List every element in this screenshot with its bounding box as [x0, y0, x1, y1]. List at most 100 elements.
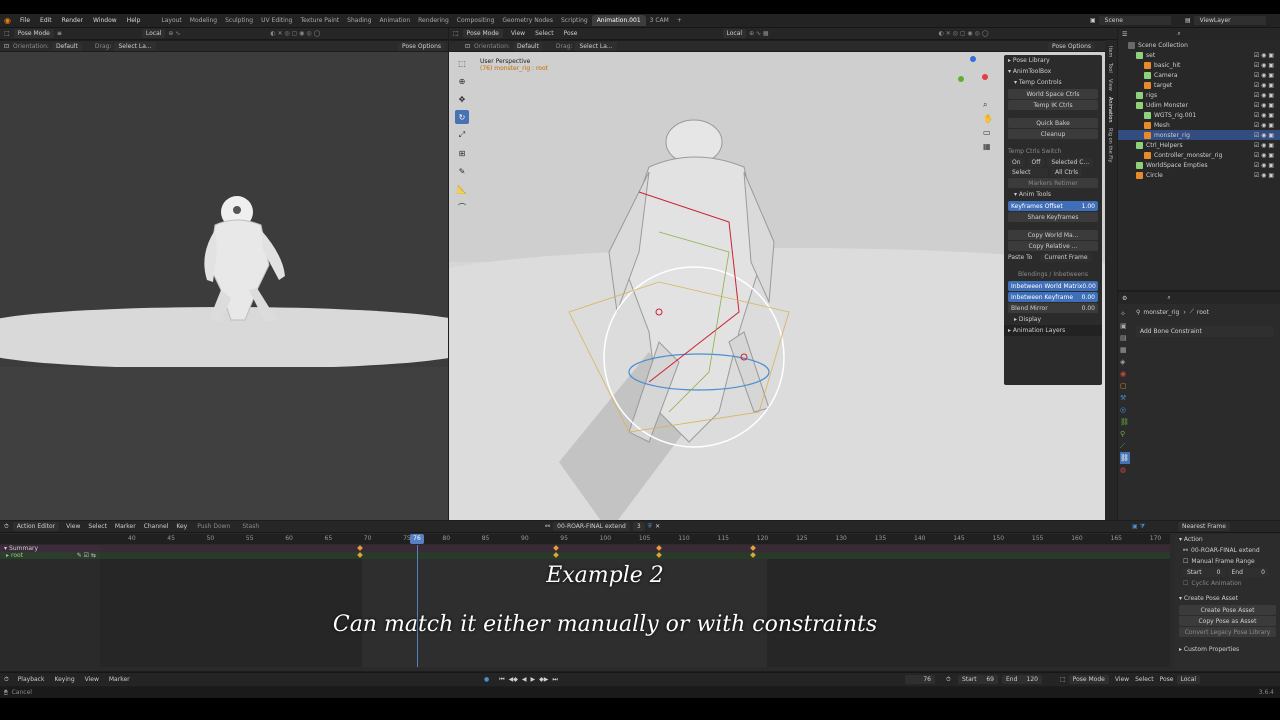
visibility-toggle-icon[interactable]: ☑ ◉ ▣ [1254, 142, 1274, 149]
ae-menu-view[interactable]: View [62, 523, 84, 530]
mini-mode-select[interactable]: Pose Mode [1068, 675, 1109, 684]
frame-end-field[interactable]: End 0 [1227, 568, 1269, 577]
menu-render[interactable]: Render [57, 17, 88, 24]
main-viewport-gizmos[interactable]: ◐ ✕ ◎ ▢ ◉ ◎ ◯ [939, 30, 989, 37]
object-props-icon[interactable]: ▢ [1120, 380, 1130, 392]
create-pose-asset-header[interactable]: ▾ Create Pose Asset [1175, 593, 1280, 604]
view-layer-props-icon[interactable]: ▦ [1120, 344, 1130, 356]
pose-library-header[interactable]: ▸ Pose Library [1004, 55, 1102, 66]
hamburger-icon[interactable]: ≡ [57, 30, 62, 37]
zoom-icon[interactable]: ⌕ [983, 98, 993, 112]
temp-ik-ctrls-button[interactable]: Temp IK Ctrls [1008, 100, 1098, 110]
left-viewport-gizmos[interactable]: ◐ ✕ ◎ ▢ ◉ ◎ ◯ [270, 30, 320, 37]
main-pivot-icon[interactable]: ⊕ ∿ ▦ [749, 30, 769, 37]
visibility-toggle-icon[interactable]: ☑ ◉ ▣ [1254, 72, 1274, 79]
copy-world-matrix-button[interactable]: Copy World Ma... [1008, 230, 1098, 240]
physics-props-icon[interactable]: ◎ [1120, 404, 1130, 416]
scene-props-icon[interactable]: ◈ [1120, 356, 1130, 368]
mini-menu-pose[interactable]: Pose [1157, 676, 1177, 683]
root-channel[interactable]: ▸ root ✎ ☑ ⇆ [0, 552, 100, 559]
prev-key-icon[interactable]: ◀◆ [509, 676, 518, 683]
visibility-toggle-icon[interactable]: ☑ ◉ ▣ [1254, 102, 1274, 109]
tab-rendering[interactable]: Rendering [414, 17, 453, 24]
left-viewport[interactable] [0, 52, 448, 520]
main-mode-select[interactable]: Pose Mode [462, 29, 503, 38]
outliner-item[interactable]: rigs ☑ ◉ ▣ [1118, 90, 1280, 100]
main-orientation-select[interactable]: Default [512, 41, 543, 51]
quick-bake-button[interactable]: Quick Bake [1008, 118, 1098, 128]
main-tool-icon[interactable]: ⊡ [461, 43, 474, 50]
action-panel-header[interactable]: ▾ Action [1175, 534, 1280, 545]
tool-props-icon[interactable]: ✧ [1120, 308, 1130, 320]
jump-end-icon[interactable]: ⏭ [552, 676, 557, 684]
tab-scripting[interactable]: Scripting [557, 17, 592, 24]
timeline-view-menu[interactable]: View [80, 676, 104, 683]
material-props-icon[interactable]: ◍ [1120, 464, 1130, 476]
transform-tool-icon[interactable]: ⊞ [455, 146, 469, 160]
gizmo-x-axis[interactable] [982, 74, 988, 80]
tab-layout[interactable]: Layout [157, 17, 185, 24]
gizmo-y-axis[interactable] [958, 76, 964, 82]
data-props-icon[interactable]: ⚲ [1120, 428, 1130, 440]
outliner-item[interactable]: Camera ☑ ◉ ▣ [1118, 70, 1280, 80]
outliner-item[interactable]: WGTS_rig.001 ☑ ◉ ▣ [1118, 110, 1280, 120]
properties-search-icon[interactable]: ⌕ [1167, 294, 1170, 302]
action-panel-action[interactable]: ⚯ 00-ROAR-FINAL extend [1175, 545, 1280, 556]
view-layer-name[interactable]: ViewLayer [1193, 16, 1266, 25]
render-props-icon[interactable]: ▣ [1120, 320, 1130, 332]
markers-retimer-button[interactable]: Markers Retimer [1008, 178, 1098, 188]
paste-to-select[interactable]: Current Frame [1040, 253, 1092, 262]
playback-menu[interactable]: Playback [13, 676, 50, 683]
left-transform-space[interactable]: Local [141, 29, 166, 38]
dopesheet-editor-icon[interactable]: ⏱ [0, 523, 13, 531]
rotate-tool-icon[interactable]: ↻ [455, 110, 469, 124]
world-props-icon[interactable]: ◉ [1120, 368, 1130, 380]
annotate-tool-icon[interactable]: ✎ [455, 164, 469, 178]
current-frame-indicator[interactable]: 76 [410, 534, 424, 544]
main-transform-space[interactable]: Local [722, 29, 747, 38]
copy-relative-button[interactable]: Copy Relative ... [1008, 241, 1098, 251]
mini-editor-icon[interactable]: ⬚ [1060, 676, 1066, 683]
create-pose-asset-button[interactable]: Create Pose Asset [1179, 605, 1276, 615]
modifier-props-icon[interactable]: ⚒ [1120, 392, 1130, 404]
inbetween-keyframe-slider[interactable]: Inbetween Keyframe 0.00 [1008, 292, 1098, 302]
select-button[interactable]: Select [1008, 168, 1048, 177]
relax-tool-icon[interactable]: ⌒ [455, 200, 469, 214]
snapping-icon[interactable]: ▣ ⧩ [1132, 523, 1145, 531]
start-frame-field[interactable]: Start 69 [958, 675, 998, 684]
world-space-ctrls-button[interactable]: World Space Ctrls [1008, 89, 1098, 99]
tab-animation-001[interactable]: Animation.001 [591, 15, 646, 26]
anim-tools-header[interactable]: ▾ Anim Tools [1004, 189, 1102, 200]
outliner-item[interactable]: Udim Monster ☑ ◉ ▣ [1118, 100, 1280, 110]
visibility-toggle-icon[interactable]: ☑ ◉ ▣ [1254, 172, 1274, 179]
gizmo-z-axis[interactable] [970, 56, 976, 62]
outliner-item[interactable]: Controller_monster_rig ☑ ◉ ▣ [1118, 150, 1280, 160]
outliner-item[interactable]: target ☑ ◉ ▣ [1118, 80, 1280, 90]
root-expand-icon[interactable]: ▸ [6, 552, 9, 559]
outliner-item[interactable]: WorldSpace Empties ☑ ◉ ▣ [1118, 160, 1280, 170]
convert-legacy-button[interactable]: Convert Legacy Pose Library [1179, 627, 1276, 637]
current-frame-field[interactable]: 76 [905, 675, 935, 684]
outliner-item[interactable]: Circle ☑ ◉ ▣ [1118, 170, 1280, 180]
inbetween-world-matrix-slider[interactable]: Inbetween World Matrix 0.00 [1008, 281, 1098, 291]
visibility-toggle-icon[interactable]: ☑ ◉ ▣ [1254, 132, 1274, 139]
tab-shading[interactable]: Shading [343, 17, 375, 24]
animtoolbox-header[interactable]: ▾ AnimToolBox [1004, 66, 1102, 77]
pose-options-button[interactable]: Pose Options [398, 41, 445, 51]
camera-view-icon[interactable]: ▭ [983, 126, 993, 140]
ae-menu-marker[interactable]: Marker [111, 523, 140, 530]
action-editor-mode[interactable]: Action Editor [12, 522, 60, 531]
main-editor-type-icon[interactable]: ⬚ [449, 30, 463, 37]
sidebar-tab-view[interactable]: View [1107, 79, 1113, 91]
visibility-toggle-icon[interactable]: ☑ ◉ ▣ [1254, 62, 1274, 69]
left-mode-select[interactable]: Pose Mode [13, 29, 54, 38]
ae-menu-key[interactable]: Key [172, 523, 191, 530]
action-name-field[interactable]: 00-ROAR-FINAL extend [553, 522, 630, 531]
manual-frame-range-checkbox[interactable]: ☐ Manual Frame Range [1175, 556, 1280, 567]
scale-tool-icon[interactable]: ⤢ [455, 128, 469, 142]
mini-transform-space[interactable]: Local [1176, 675, 1201, 684]
visibility-toggle-icon[interactable]: ☑ ◉ ▣ [1254, 82, 1274, 89]
measure-tool-icon[interactable]: 📐 [455, 182, 469, 196]
display-header[interactable]: ▸ Display [1004, 314, 1102, 325]
add-workspace-icon[interactable]: + [673, 17, 686, 24]
